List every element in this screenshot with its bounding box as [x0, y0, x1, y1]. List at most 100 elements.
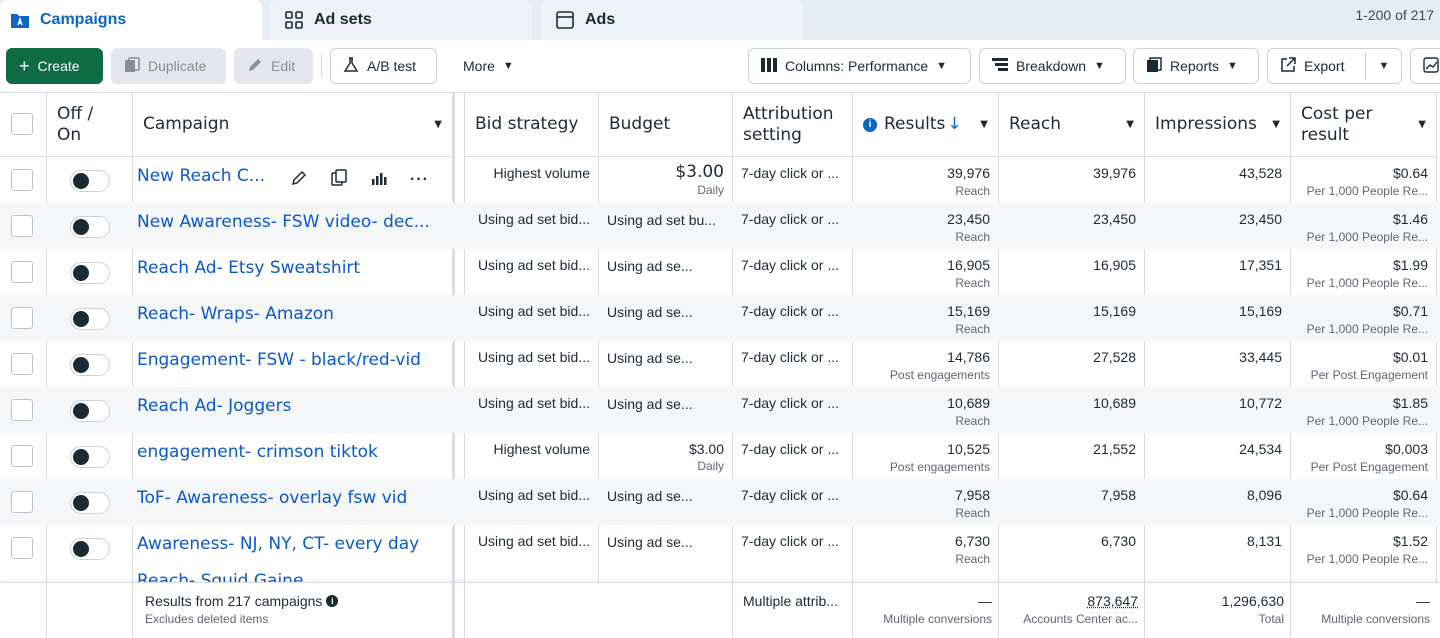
bid-strategy-value: Using ad set bid... [465, 533, 590, 549]
cost-value: $1.46 [1291, 211, 1428, 227]
caret-down-icon[interactable]: ▼ [1272, 114, 1280, 135]
header-reach[interactable]: Reach ▼ [999, 93, 1144, 157]
row-checkbox[interactable] [11, 261, 33, 283]
table-row[interactable]: engagement- crimson tiktok Highest volume… [0, 433, 1440, 479]
reach-value: 23,450 [999, 211, 1136, 227]
row-checkbox[interactable] [11, 215, 33, 237]
campaign-toggle[interactable] [70, 400, 110, 422]
header-campaign-label: Campaign [143, 114, 229, 135]
info-icon[interactable]: i [863, 118, 877, 132]
campaign-toggle[interactable] [70, 446, 110, 468]
row-checkbox[interactable] [11, 399, 33, 421]
trend-chart-button[interactable] [1410, 48, 1440, 84]
impressions-value: 43,528 [1145, 165, 1282, 181]
results-type: Post engagements [853, 460, 990, 474]
export-icon [1280, 57, 1296, 76]
row-checkbox[interactable] [11, 445, 33, 467]
export-options-dropdown[interactable]: ▼ [1368, 48, 1400, 84]
header-impressions[interactable]: Impressions ▼ [1145, 93, 1290, 157]
caret-down-icon: ▼ [503, 60, 514, 72]
create-button[interactable]: + Create [6, 48, 103, 84]
header-campaign[interactable]: Campaign ▼ [133, 93, 452, 157]
tab-ad-sets[interactable]: Ad sets [270, 0, 532, 40]
table-row[interactable]: Reach Ad- Etsy Sweatshirt Using ad set bi… [0, 249, 1440, 295]
row-checkbox[interactable] [11, 169, 33, 191]
header-cost-label: Cost per result [1301, 104, 1401, 146]
cost-type: Per 1,000 People Re... [1291, 506, 1428, 520]
bar-chart-icon[interactable] [370, 169, 388, 190]
edit-pencil-icon[interactable] [290, 169, 308, 190]
cost-type: Per 1,000 People Re... [1291, 322, 1428, 336]
pencil-icon [247, 57, 263, 76]
select-all-checkbox[interactable] [11, 113, 33, 135]
header-budget-label: Budget [609, 114, 670, 135]
results-type: Reach [853, 506, 990, 520]
budget-value: Using ad se... [607, 258, 732, 274]
results-value: 7,958 [853, 487, 990, 503]
header-bid-strategy[interactable]: Bid strategy [465, 93, 598, 157]
results-type: Reach [853, 184, 990, 198]
campaign-toggle[interactable] [70, 538, 110, 560]
header-results[interactable]: i Results ↓ ▼ [853, 93, 998, 157]
create-label: Create [38, 58, 80, 74]
campaign-toggle[interactable] [70, 262, 110, 284]
reach-value: 7,958 [999, 487, 1136, 503]
breakdown-dropdown[interactable]: Breakdown ▼ [979, 48, 1126, 84]
header-impressions-label: Impressions [1155, 114, 1257, 135]
cost-type: Per 1,000 People Re... [1291, 414, 1428, 428]
header-off-on[interactable]: Off / On [47, 93, 132, 157]
table-row[interactable]: New Awareness- FSW video- dec... Using ad… [0, 203, 1440, 249]
results-value: 16,905 [853, 257, 990, 273]
budget-value[interactable]: $3.00 [599, 441, 724, 457]
more-dropdown[interactable]: More ▼ [450, 48, 534, 84]
row-checkbox[interactable] [11, 353, 33, 375]
table-row[interactable]: New Reach C... ··· Highest volume $3.00 Dail… [0, 157, 1440, 203]
table-row[interactable]: Reach- Wraps- Amazon Using ad set bid... U… [0, 295, 1440, 341]
more-options-icon[interactable]: ··· [410, 171, 429, 189]
results-value: 14,786 [853, 349, 990, 365]
row-checkbox[interactable] [11, 491, 33, 513]
tab-campaigns[interactable]: Campaigns [0, 0, 262, 40]
table-row[interactable]: Awareness- NJ, NY, CT- every day Using ad… [0, 525, 1440, 571]
caret-down-icon[interactable]: ▼ [434, 114, 442, 135]
columns-dropdown[interactable]: Columns: Performance ▼ [748, 48, 971, 84]
toolbar: + Create Duplicate Edit A/B test More ▼ … [0, 40, 1440, 92]
table-row[interactable]: Reach Ad- Joggers Using ad set bid... Usin… [0, 387, 1440, 433]
row-checkbox[interactable] [11, 537, 33, 559]
results-value: 15,169 [853, 303, 990, 319]
header-attribution[interactable]: Attribution setting [733, 93, 852, 157]
campaign-toggle[interactable] [70, 492, 110, 514]
row-actions: ··· [290, 169, 429, 190]
row-checkbox[interactable] [11, 307, 33, 329]
summary-reach[interactable]: 873,647 [999, 593, 1138, 609]
campaign-toggle[interactable] [70, 170, 110, 192]
ab-test-button[interactable]: A/B test [330, 48, 437, 84]
budget-value[interactable]: $3.00 [599, 162, 724, 182]
campaign-toggle[interactable] [70, 354, 110, 376]
reach-value: 15,169 [999, 303, 1136, 319]
cost-value: $0.003 [1291, 441, 1428, 457]
bid-strategy-value: Using ad set bid... [465, 211, 590, 227]
duplicate-icon[interactable] [330, 169, 348, 190]
reports-dropdown[interactable]: Reports ▼ [1133, 48, 1259, 84]
header-cost-per-result[interactable]: Cost per result ▼ [1291, 93, 1436, 157]
reach-value: 6,730 [999, 533, 1136, 549]
campaign-toggle[interactable] [70, 308, 110, 330]
edit-button[interactable]: Edit [234, 48, 313, 84]
info-icon[interactable]: i [326, 595, 338, 607]
header-budget[interactable]: Budget [599, 93, 732, 157]
caret-down-icon[interactable]: ▼ [1418, 114, 1426, 135]
duplicate-button[interactable]: Duplicate [111, 48, 226, 84]
duplicate-label: Duplicate [148, 58, 206, 74]
caret-down-icon: ▼ [936, 60, 947, 72]
table-row[interactable]: ToF- Awareness- overlay fsw vid Using ad … [0, 479, 1440, 525]
caret-down-icon[interactable]: ▼ [980, 114, 988, 135]
campaign-toggle[interactable] [70, 216, 110, 238]
tab-ads[interactable]: Ads [541, 0, 803, 40]
impressions-value: 15,169 [1145, 303, 1282, 319]
caret-down-icon[interactable]: ▼ [1126, 114, 1134, 135]
tab-ads-label: Ads [585, 11, 615, 29]
caret-down-icon: ▼ [1379, 60, 1390, 72]
table-row[interactable]: Engagement- FSW - black/red-vid Using ad … [0, 341, 1440, 387]
cost-value: $1.52 [1291, 533, 1428, 549]
